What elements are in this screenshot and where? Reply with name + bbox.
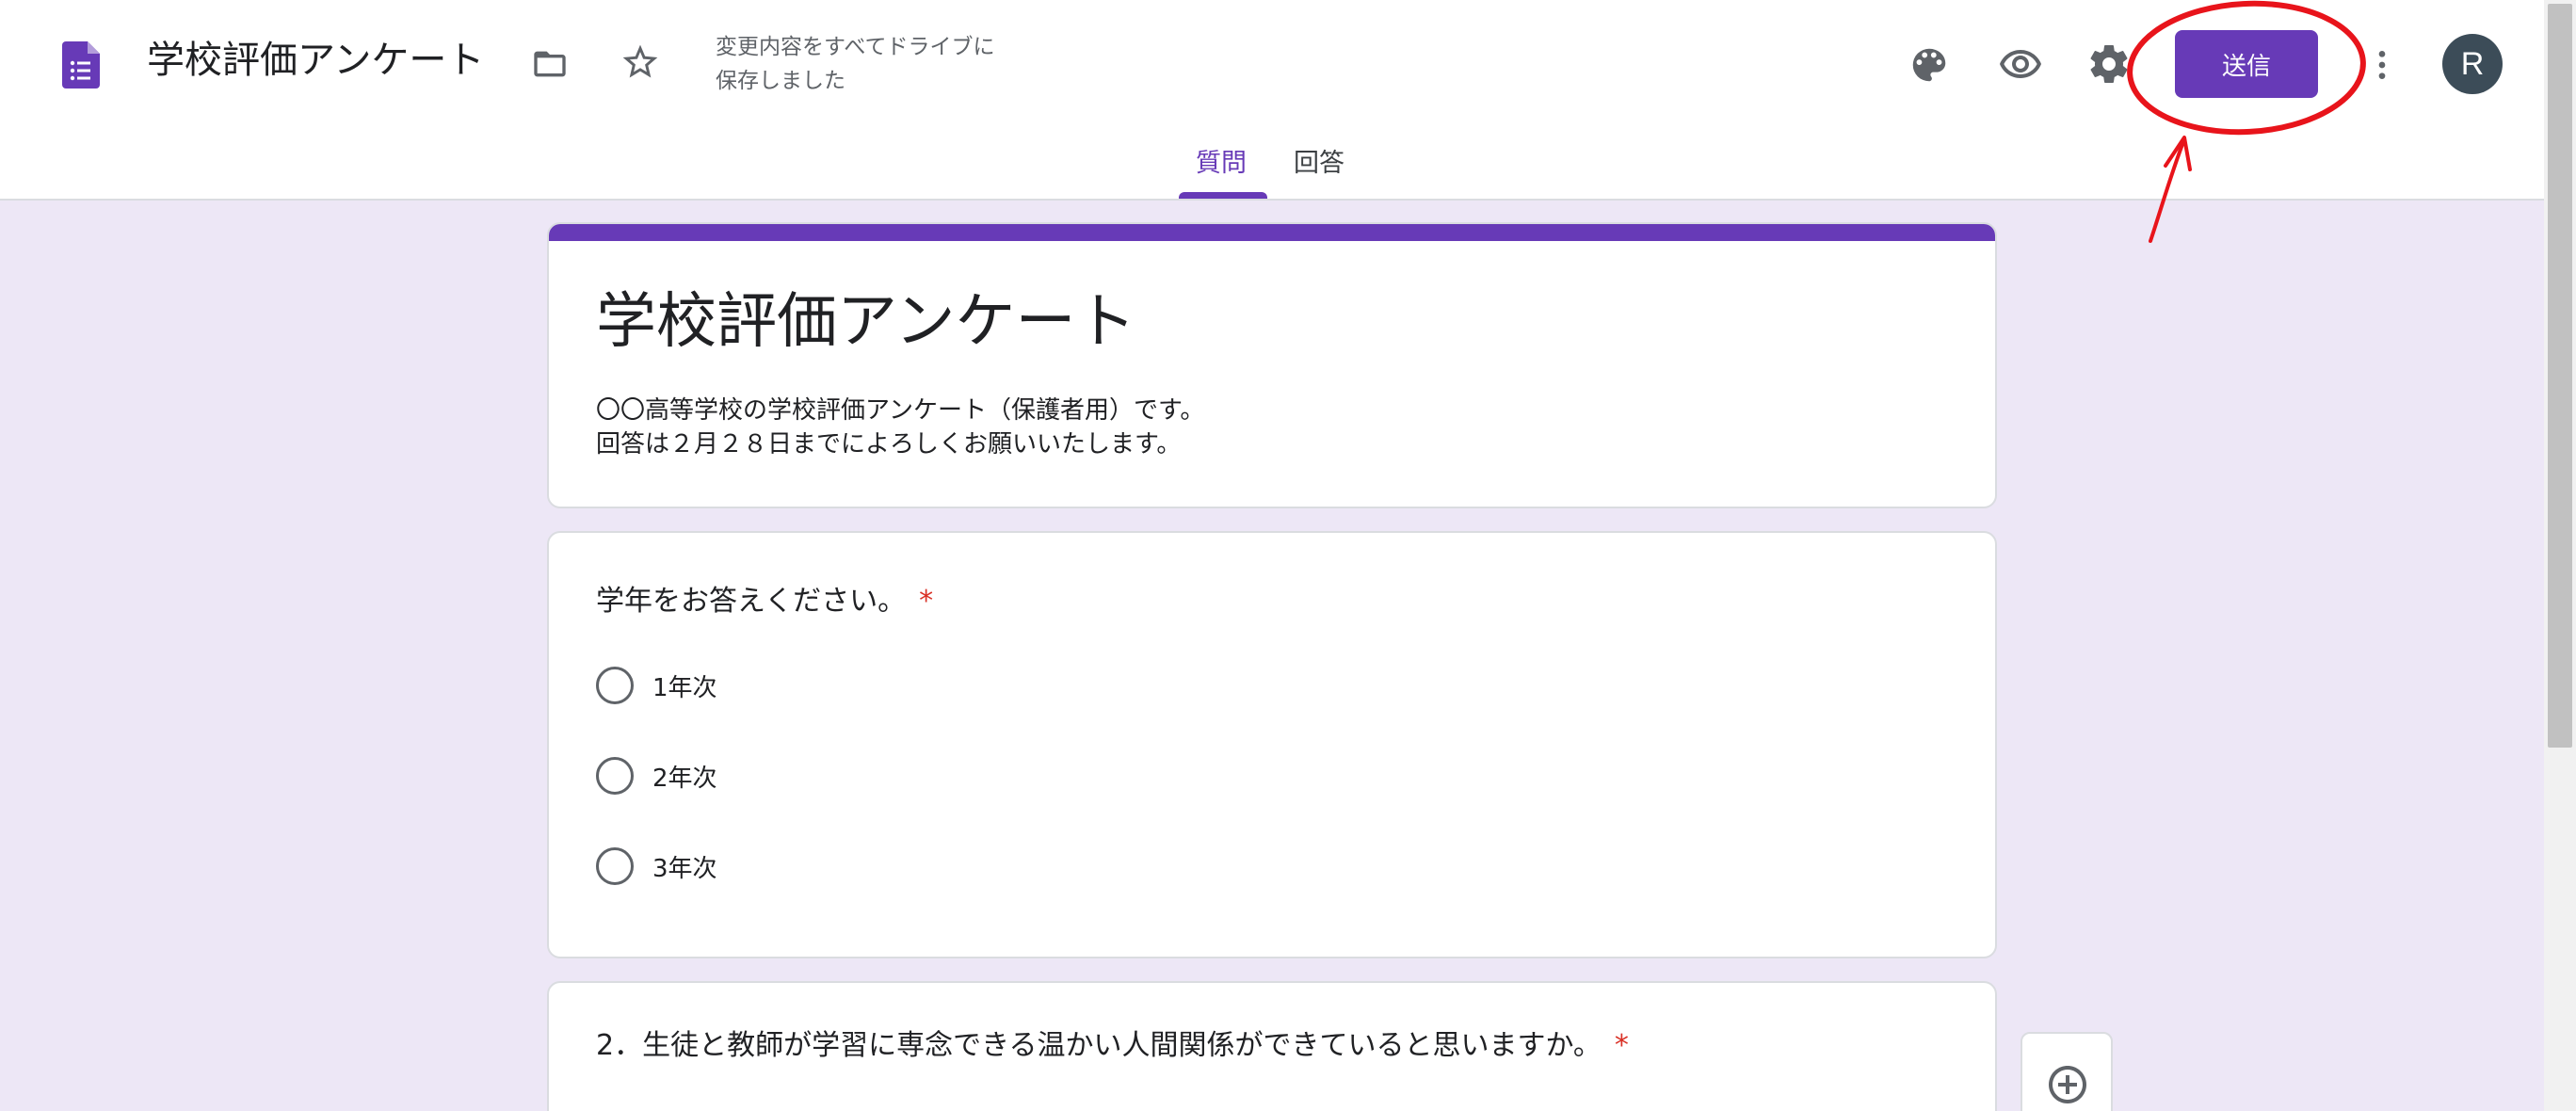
form-description[interactable]: 〇〇高等学校の学校評価アンケート（保護者用）です。 回答は２月２８日までによろし… [596,394,1204,461]
account-avatar[interactable]: R [2442,34,2503,94]
required-asterisk: * [1614,1029,1629,1062]
title-accent-bar [549,224,1995,241]
form-title[interactable]: 学校評価アンケート [596,279,1135,365]
page-scrollbar[interactable] [2544,0,2576,1111]
option-label[interactable]: 2年次 [652,759,717,794]
radio-button[interactable] [596,757,634,795]
question-text: 2．生徒と教師が学習に専念できる温かい人間関係ができていると思いますか。 [596,1029,1602,1062]
folder-icon[interactable] [527,41,572,87]
save-status-line: 変更内容をすべてドライブに 保存しました [716,35,995,93]
add-circle-icon[interactable] [2045,1062,2090,1107]
option-label[interactable]: 3年次 [652,849,717,884]
question-text: 学年をお答えください。 [596,585,907,618]
radio-option[interactable]: 3年次 [596,845,717,887]
floating-toolbar [2021,1032,2113,1111]
scrollbar-thumb[interactable] [2548,4,2572,748]
star-icon[interactable] [618,40,663,85]
app-header: 学校評価アンケート 変更内容をすべてドライブに 保存しました 送信 R 質問 回… [0,0,2544,201]
option-label[interactable]: 1年次 [652,668,717,703]
question-title[interactable]: 学年をお答えください。 * [596,580,933,623]
radio-button[interactable] [596,847,634,885]
tab-responses[interactable]: 回答 [1294,141,1344,186]
radio-button[interactable] [596,667,634,704]
send-button[interactable]: 送信 [2175,30,2318,98]
palette-icon[interactable] [1906,41,1953,89]
settings-gear-icon[interactable] [2085,40,2133,89]
save-status-text: 変更内容をすべてドライブに 保存しました [716,30,1036,98]
form-title-card[interactable]: 学校評価アンケート 〇〇高等学校の学校評価アンケート（保護者用）です。 回答は２… [547,222,1997,508]
radio-option[interactable]: 1年次 [596,665,717,706]
preview-eye-icon[interactable] [1996,41,2045,89]
radio-option[interactable]: 2年次 [596,755,717,797]
active-tab-indicator [1179,192,1267,199]
question-card-1[interactable]: 学年をお答えください。 * 1年次 2年次 3年次 [547,531,1997,958]
question-title[interactable]: 2．生徒と教師が学習に専念できる温かい人間関係ができていると思いますか。 * [596,1024,1629,1068]
google-forms-logo-icon[interactable] [62,41,100,89]
more-vert-icon[interactable] [2363,41,2401,89]
required-asterisk: * [919,585,934,618]
tab-questions[interactable]: 質問 [1196,141,1247,186]
question-card-2[interactable]: 2．生徒と教師が学習に専念できる温かい人間関係ができていると思いますか。 * [547,981,1997,1111]
document-title[interactable]: 学校評価アンケート [147,34,484,87]
